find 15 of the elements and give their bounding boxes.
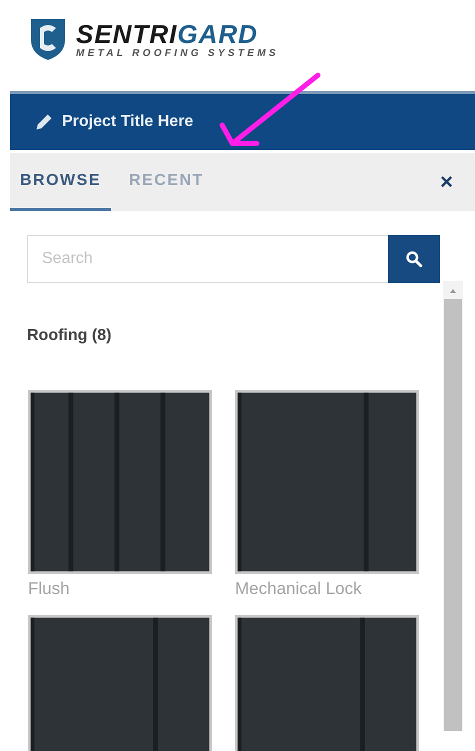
pencil-icon[interactable] <box>34 112 54 132</box>
panel-swatch[interactable] <box>235 390 419 574</box>
panel-swatch[interactable] <box>235 615 419 751</box>
panel-swatch[interactable] <box>28 390 212 574</box>
tab[interactable]: BROWSE <box>10 153 111 211</box>
search-icon[interactable] <box>405 250 423 268</box>
logo-tagline: METAL ROOFING SYSTEMS <box>76 48 279 58</box>
search-field[interactable]: Search <box>27 235 388 283</box>
category-heading: Roofing (8) <box>27 327 112 345</box>
scroll-up-icon[interactable] <box>448 287 458 295</box>
close-button[interactable]: × <box>418 153 475 211</box>
project-title[interactable]: Project Title Here <box>62 113 194 131</box>
panel-swatch[interactable] <box>28 615 212 751</box>
search-button[interactable] <box>388 235 440 283</box>
brand-logo-text: SENTRIGARD <box>76 20 259 48</box>
